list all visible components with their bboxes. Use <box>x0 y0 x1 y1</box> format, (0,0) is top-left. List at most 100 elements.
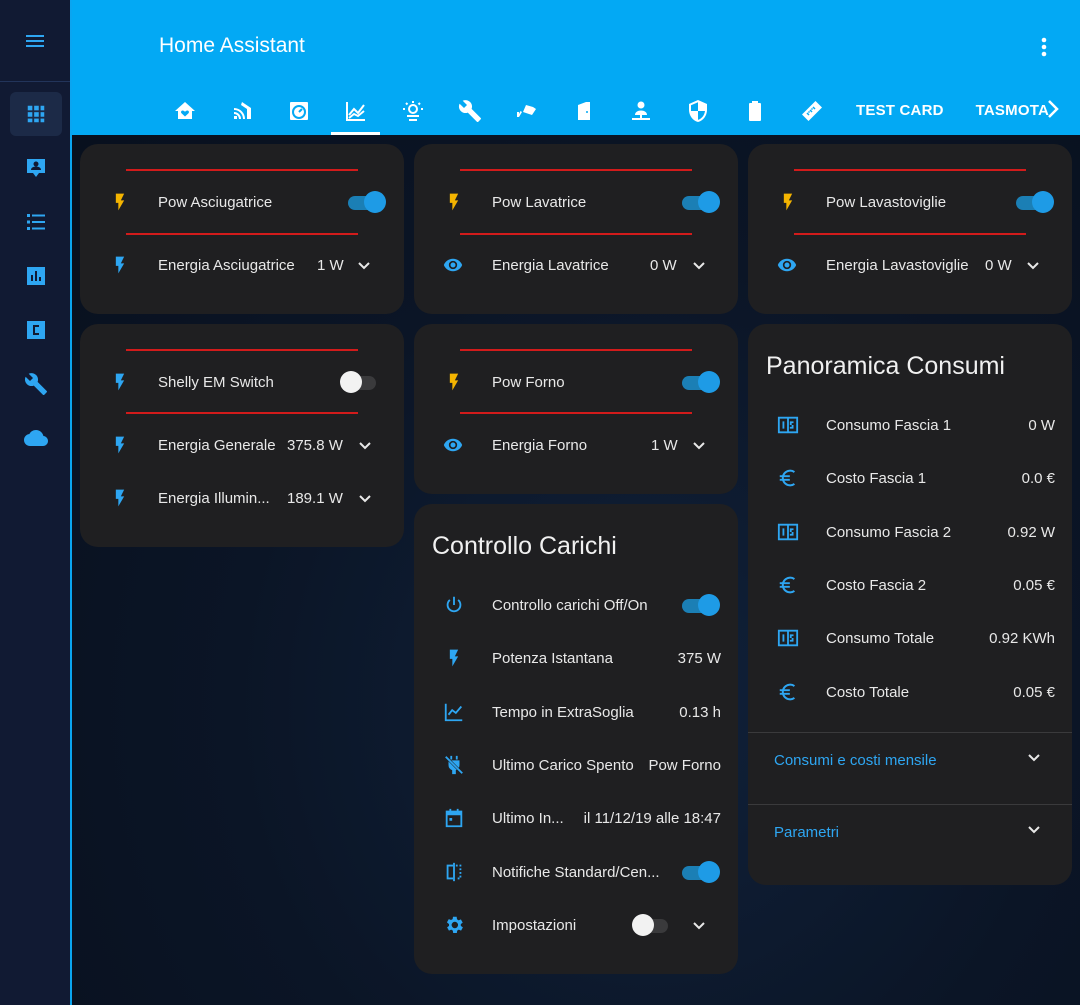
entity-row[interactable]: Impostazioni <box>414 905 738 945</box>
sidebar-item-c[interactable] <box>10 308 62 352</box>
tab-energy[interactable] <box>327 86 384 135</box>
entity-label: Ultimo In... <box>492 809 564 827</box>
entity-row[interactable]: Costo Fascia 1 0.0 € <box>748 458 1072 498</box>
chevron-down-icon[interactable] <box>1027 750 1041 768</box>
sidebar-item-history[interactable] <box>10 254 62 298</box>
entity-row[interactable]: Energia Illumin... 189.1 W <box>80 478 404 518</box>
sidebar-item-cloud[interactable] <box>10 416 62 460</box>
grid-icon <box>27 105 45 123</box>
entity-row[interactable]: Energia Lavatrice 0 W <box>414 245 738 285</box>
entity-label: Consumo Fascia 1 <box>826 416 952 434</box>
entity-toggle[interactable] <box>632 914 672 936</box>
more-menu-button[interactable] <box>1036 36 1052 63</box>
entity-toggle[interactable] <box>340 371 380 393</box>
account-box-icon <box>27 159 45 177</box>
entity-value: 0 W <box>1028 416 1055 434</box>
entity-value: 189.1 W <box>287 489 343 507</box>
entity-row[interactable]: Costo Fascia 2 0.05 € <box>748 565 1072 605</box>
entity-row[interactable]: Pow Asciugatrice <box>80 182 404 222</box>
entity-value: 0.92 W <box>1007 523 1055 541</box>
sidebar-item-account[interactable] <box>10 146 62 190</box>
tab-security[interactable] <box>669 86 726 135</box>
entity-toggle[interactable] <box>1014 191 1054 213</box>
entity-row[interactable]: Energia Generale 375.8 W <box>80 425 404 465</box>
entity-row[interactable]: Pow Lavastoviglie <box>748 182 1072 222</box>
entity-row[interactable]: Controllo carichi Off/On <box>414 585 738 625</box>
menu-button[interactable] <box>0 0 70 82</box>
entity-row[interactable]: Consumo Fascia 2 0.92 W <box>748 512 1072 552</box>
entity-label: Potenza Istantana <box>492 649 613 667</box>
entity-row[interactable]: Potenza Istantana 375 W <box>414 638 738 678</box>
chevron-down-icon[interactable] <box>357 258 371 276</box>
entity-row[interactable]: Pow Lavatrice <box>414 182 738 222</box>
entity-value: 0 W <box>985 256 1012 274</box>
chevron-down-icon[interactable] <box>692 438 706 456</box>
entity-label: Energia Illumin... <box>158 489 270 507</box>
chart-line-icon <box>442 700 466 724</box>
entity-value: 0.05 € <box>1013 683 1055 701</box>
tab-battery[interactable] <box>726 86 783 135</box>
chart-box-icon <box>27 267 45 285</box>
power-plug-off-icon <box>442 753 466 777</box>
sidebar-item-tools[interactable] <box>10 362 62 406</box>
tab-test-card[interactable]: TEST CARD <box>840 86 960 135</box>
tab-home[interactable] <box>156 86 213 135</box>
entity-label: Pow Asciugatrice <box>158 193 273 211</box>
power-icon <box>442 593 466 617</box>
chart-line-icon <box>345 101 365 121</box>
view-tabs: TEST CARD TASMOTA <box>156 86 1065 135</box>
entity-row[interactable]: Ultimo Carico Spento Pow Forno <box>414 745 738 785</box>
divider-line <box>794 233 1026 235</box>
home-heart-icon <box>174 101 195 119</box>
chevron-down-icon[interactable] <box>358 438 372 456</box>
entity-row[interactable]: Ultimo In... il 11/12/19 alle 18:47 <box>414 798 738 838</box>
entity-toggle[interactable] <box>680 861 720 883</box>
chevron-down-icon[interactable] <box>358 491 372 509</box>
flash-icon <box>108 486 132 510</box>
tab-cameras[interactable] <box>498 86 555 135</box>
expander-consumi-mensile[interactable]: Consumi e costi mensile <box>748 740 1072 780</box>
tab-network[interactable] <box>213 86 270 135</box>
entity-label: Consumo Fascia 2 <box>826 523 952 541</box>
entity-row[interactable]: Consumo Fascia 1 0 W <box>748 405 1072 445</box>
entity-label: Energia Forno <box>492 436 588 454</box>
tab-weather[interactable] <box>384 86 441 135</box>
cloud-icon <box>24 430 48 446</box>
flash-icon <box>108 370 132 394</box>
expander-parametri[interactable]: Parametri <box>748 812 1072 852</box>
entity-toggle[interactable] <box>680 191 720 213</box>
tab-doors[interactable] <box>555 86 612 135</box>
entity-label: Tempo in ExtraSoglia <box>492 703 634 721</box>
tab-people[interactable] <box>612 86 669 135</box>
chevron-down-icon[interactable] <box>692 258 706 276</box>
entity-toggle[interactable] <box>680 371 720 393</box>
expander-label: Consumi e costi mensile <box>774 751 937 769</box>
chevron-down-icon[interactable] <box>692 918 706 936</box>
tabs-scroll-right-button[interactable] <box>1046 98 1060 125</box>
chevron-right-icon <box>1048 100 1059 118</box>
divider-line <box>794 169 1026 171</box>
entity-toggle[interactable] <box>680 594 720 616</box>
card-shelly: Shelly EM Switch Energia Generale 375.8 … <box>80 324 404 547</box>
entity-row[interactable]: Costo Totale 0.05 € <box>748 672 1072 712</box>
expander-label: Parametri <box>774 823 840 841</box>
tab-speed[interactable] <box>270 86 327 135</box>
tab-tools[interactable] <box>441 86 498 135</box>
entity-row[interactable]: Shelly EM Switch <box>80 362 404 402</box>
sidebar-item-overview[interactable] <box>10 92 62 136</box>
chevron-down-icon[interactable] <box>1026 258 1040 276</box>
entity-toggle[interactable] <box>346 191 386 213</box>
chevron-down-icon[interactable] <box>1027 822 1041 840</box>
entity-row[interactable]: Consumo Totale 0.92 KWh <box>748 618 1072 658</box>
entity-row[interactable]: Notifiche Standard/Cen... <box>414 852 738 892</box>
sidebar-item-list[interactable] <box>10 200 62 244</box>
divider-line <box>126 233 358 235</box>
shield-icon <box>688 99 707 122</box>
tab-ruler[interactable] <box>783 86 840 135</box>
entity-row[interactable]: Energia Lavastoviglie 0 W <box>748 245 1072 285</box>
card-panoramica-consumi: Panoramica Consumi Consumo Fascia 1 0 W … <box>748 324 1072 885</box>
entity-row[interactable]: Pow Forno <box>414 362 738 402</box>
entity-row[interactable]: Energia Asciugatrice 1 W <box>80 245 404 285</box>
entity-row[interactable]: Energia Forno 1 W <box>414 425 738 465</box>
entity-row[interactable]: Tempo in ExtraSoglia 0.13 h <box>414 692 738 732</box>
